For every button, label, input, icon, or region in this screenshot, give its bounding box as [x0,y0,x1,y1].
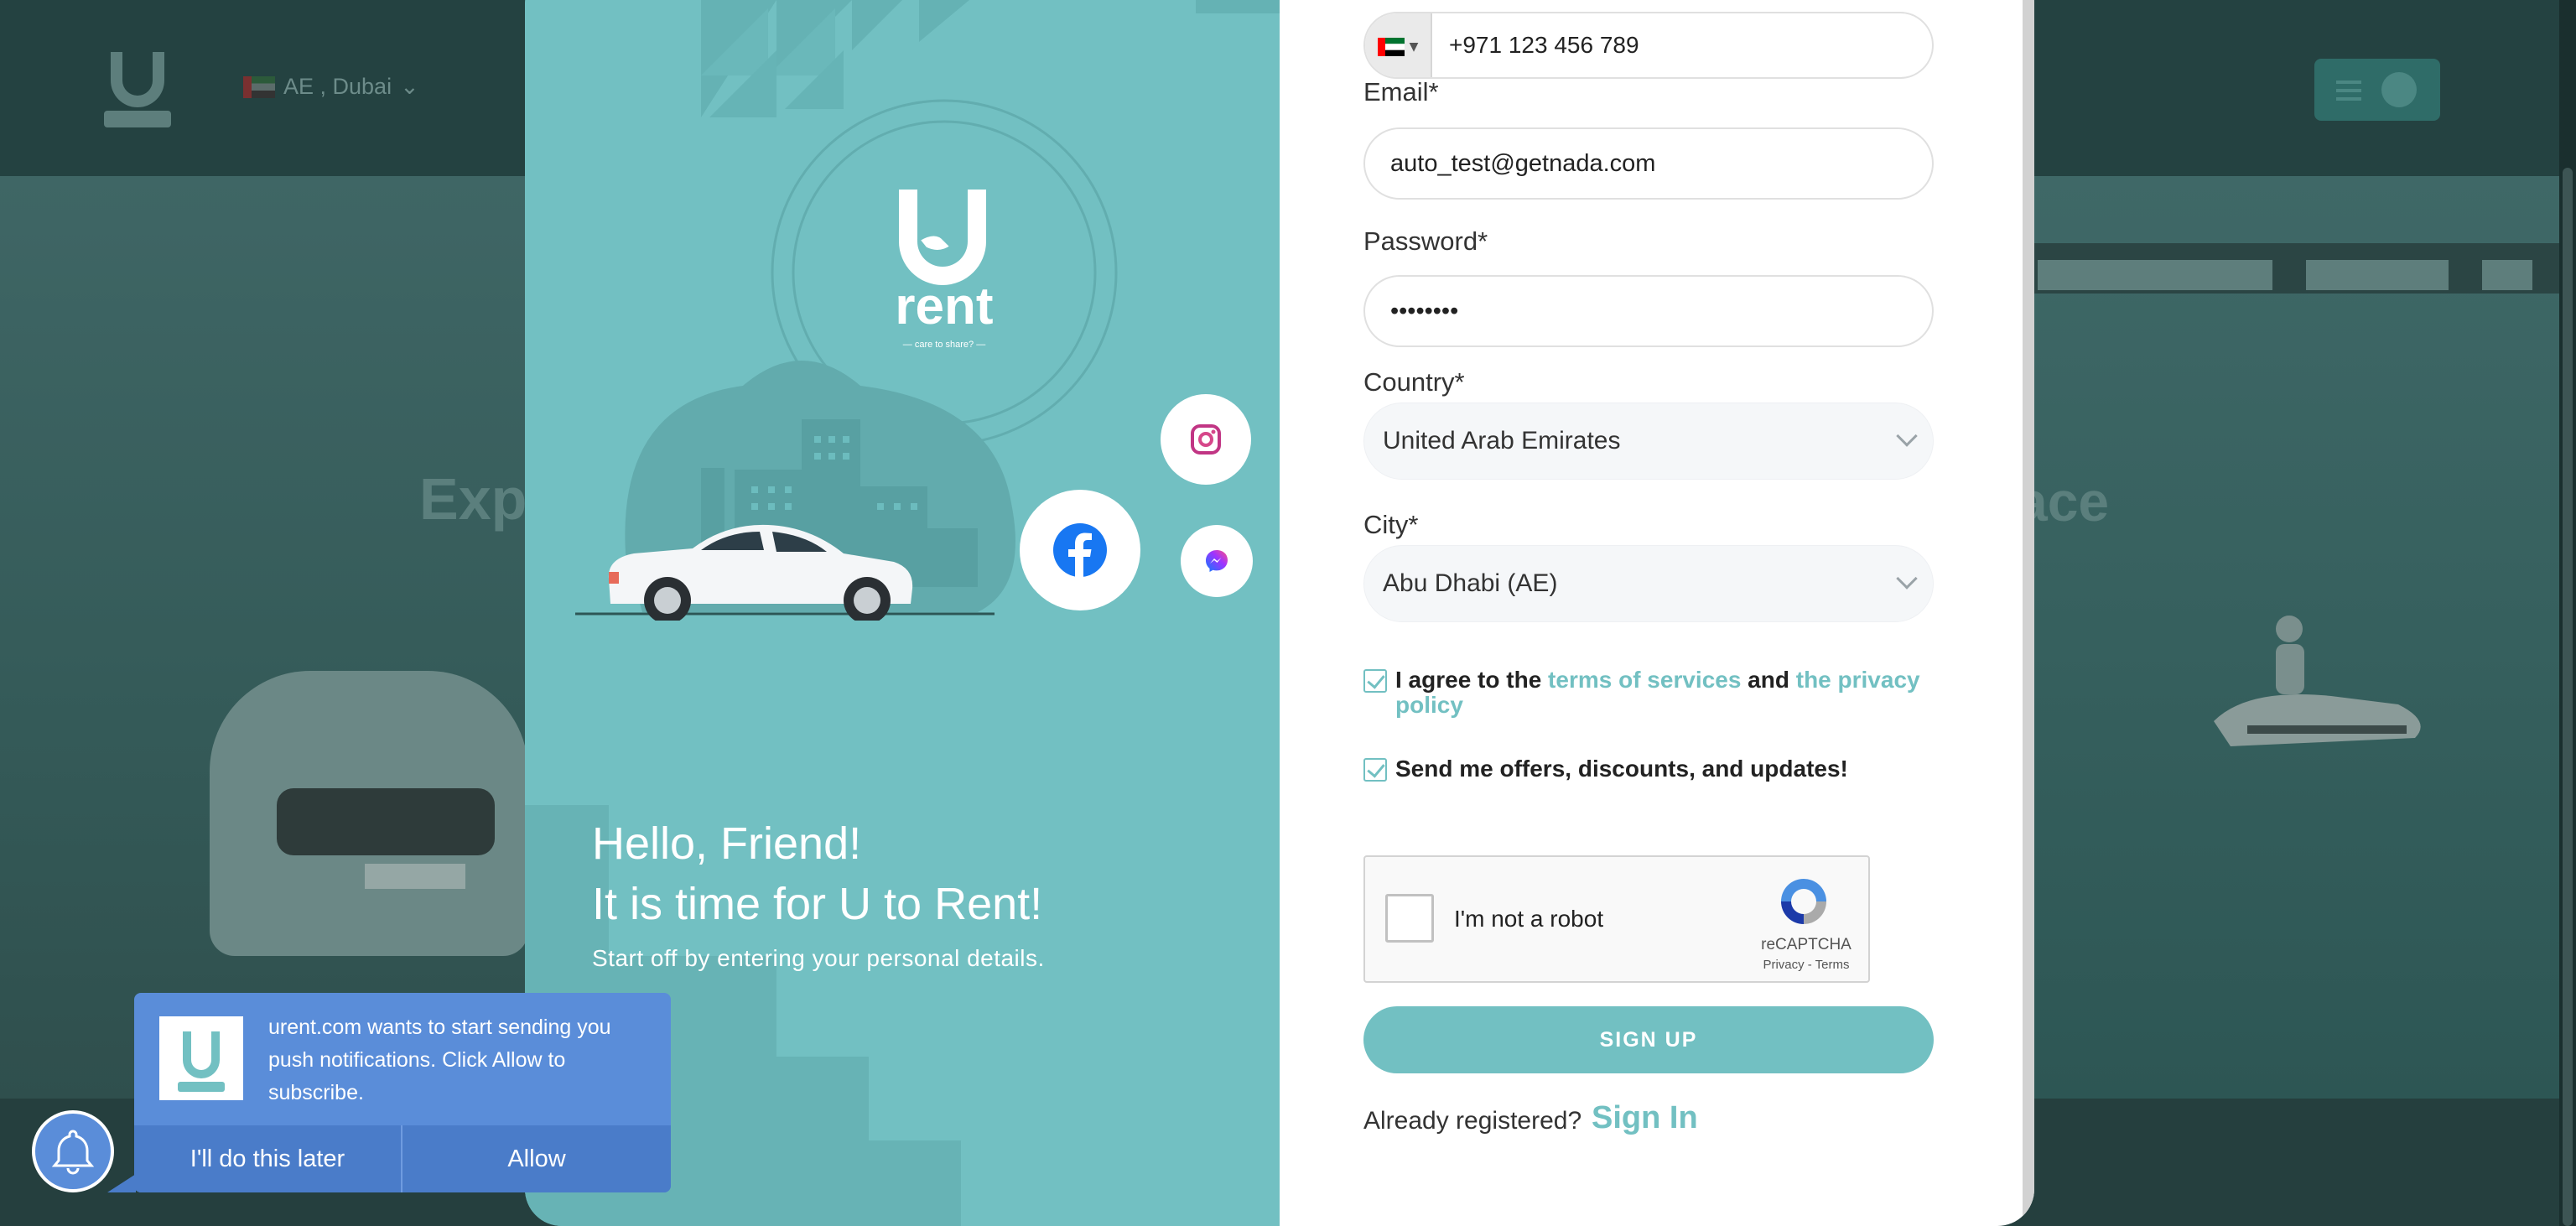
country-select[interactable]: United Arab Emirates [1363,403,1934,480]
location-label: AE , Dubai [283,74,392,99]
instagram-button[interactable] [1161,394,1251,485]
page-scrollbar[interactable] [2559,0,2576,1226]
messenger-button[interactable] [1181,525,1253,597]
sign-in-link[interactable]: Sign In [1592,1100,1698,1136]
background-jetski-image [2214,616,2421,746]
phone-input[interactable] [1434,13,1932,77]
push-actions: I'll do this later Allow [134,1125,671,1192]
svg-text:— care to share? —: — care to share? — [903,340,985,350]
recaptcha-icon [1781,879,1826,924]
chevron-down-icon [1896,425,1918,447]
background-car-image [210,671,528,956]
background-logo-icon [104,52,171,127]
welcome-heading: Hello, Friend! It is time for U to Rent! [592,813,1042,934]
city-selected-value: Abu Dhabi (AE) [1383,569,1558,597]
urent-logo-icon [159,1016,243,1100]
notification-bell-button[interactable] [32,1110,114,1192]
country-code-selector[interactable]: ▼ [1365,13,1432,77]
country-selected-value: United Arab Emirates [1383,427,1621,455]
uae-flag-icon [243,75,275,98]
hero-title-fragment: Exp [419,466,527,532]
recaptcha-label: I'm not a robot [1454,906,1604,932]
city-select[interactable]: Abu Dhabi (AE) [1363,545,1934,622]
phone-field: ▼ [1363,12,1934,79]
bell-icon [51,1130,95,1175]
offers-checkbox[interactable] [1363,758,1387,782]
email-label: Email* [1363,77,1439,106]
instagram-icon [1191,424,1221,455]
welcome-line-1: Hello, Friend! [592,818,862,869]
push-later-button[interactable]: I'll do this later [134,1125,401,1192]
location-selector: AE , Dubai ⌄ [243,74,419,100]
recaptcha-checkbox[interactable] [1385,894,1434,943]
email-input[interactable] [1363,127,1934,200]
country-label: Country* [1363,367,1465,397]
background-rail [2038,260,2138,290]
signup-modal: rent — care to share? — Hello, Friend! I… [525,0,2034,1226]
uae-flag-icon [1377,38,1405,56]
car-illustration [608,524,913,621]
push-prompt-tail [107,1174,136,1192]
urent-logo: rent — care to share? — [895,190,994,350]
background-rail [2306,260,2449,290]
terms-checkbox[interactable] [1363,669,1387,693]
svg-text:rent: rent [895,278,993,335]
page-scrollbar-thumb[interactable] [2563,168,2573,1226]
background-rail [2482,260,2532,290]
recaptcha-privacy-terms[interactable]: Privacy - Terms [1756,958,1857,972]
terms-prefix: I agree to the [1395,667,1549,693]
sign-up-button[interactable]: SIGN UP [1363,1006,1934,1073]
chevron-down-icon: ⌄ [400,74,419,99]
terms-of-service-link[interactable]: terms of services [1548,667,1741,693]
push-allow-button[interactable]: Allow [402,1125,671,1192]
chevron-down-icon [1896,568,1918,590]
avatar-icon [2381,72,2417,107]
menu-icon [2336,81,2361,101]
push-notification-prompt: urent.com wants to start sending you pus… [134,993,671,1192]
offers-label: Send me offers, discounts, and updates! [1395,756,1848,782]
modal-scrollbar-track[interactable] [2023,0,2034,1226]
city-label: City* [1363,510,1419,539]
welcome-subtitle: Start off by entering your personal deta… [592,945,1045,971]
recaptcha-brand: reCAPTCHA [1761,936,1852,953]
password-label: Password* [1363,226,1488,256]
push-message: urent.com wants to start sending you pus… [268,1016,611,1104]
facebook-button[interactable] [1020,490,1140,610]
terms-middle: and [1741,667,1796,693]
recaptcha-widget: I'm not a robot reCAPTCHA Privacy - Term… [1363,855,1870,983]
chevron-down-icon: ▼ [1409,40,1419,54]
already-registered-text: Already registered? [1363,1107,1582,1135]
messenger-icon [1206,550,1228,572]
background-rail [2130,260,2272,290]
background-hero-left [0,176,537,1099]
welcome-line-2: It is time for U to Rent! [592,879,1043,929]
password-input[interactable] [1363,275,1934,347]
user-menu-button [2314,59,2440,121]
facebook-icon [1053,523,1107,577]
terms-text: I agree to the terms of services and the… [1395,668,1932,718]
